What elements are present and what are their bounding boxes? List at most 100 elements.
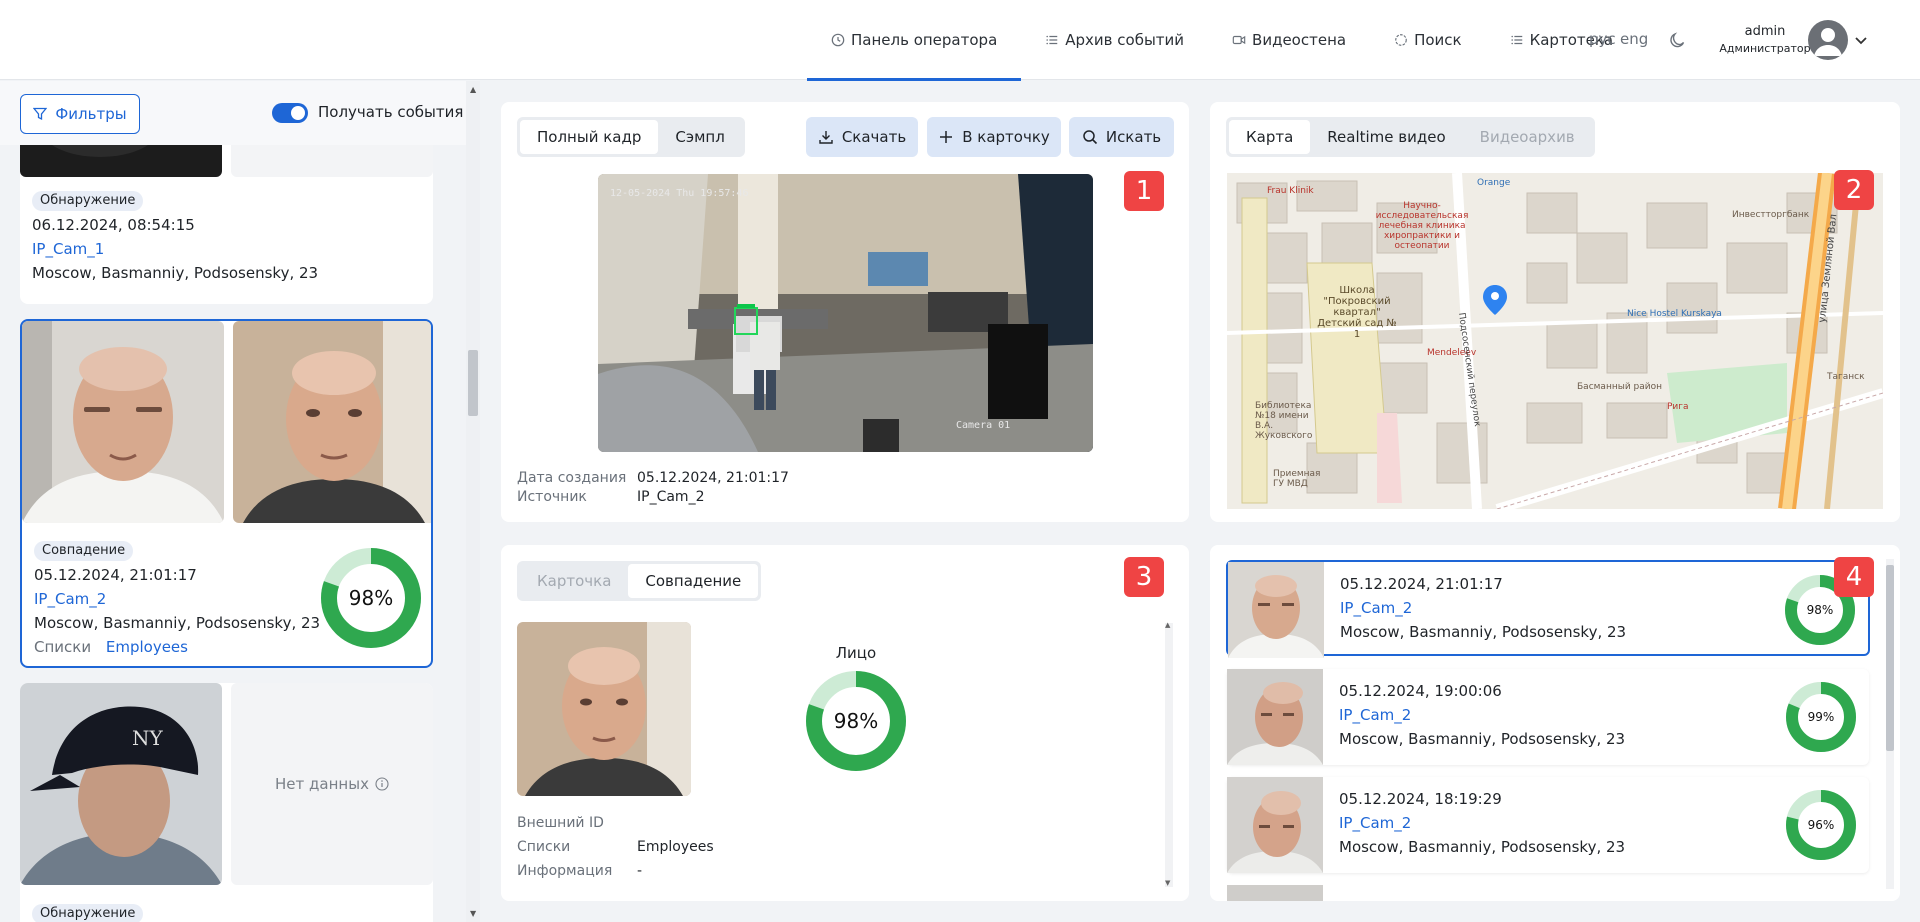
receive-events-toggle[interactable] (272, 103, 308, 123)
tab-map[interactable]: Карта (1229, 120, 1311, 154)
nav-video-wall[interactable]: Видеостена (1208, 0, 1370, 80)
map-label-library: Библиотека №18 имени В.А. Жуковского (1255, 401, 1313, 441)
scroll-up-arrow[interactable]: ▲ (470, 85, 476, 94)
lists-label: Списки (517, 839, 571, 855)
panel-number-badge: 3 (1124, 557, 1164, 597)
match-camera-link[interactable]: IP_Cam_2 (1340, 596, 1412, 620)
score-ring: 98% (806, 671, 906, 771)
moon-icon[interactable] (1667, 30, 1687, 50)
nav-label: Видеостена (1252, 31, 1347, 49)
lang-ru[interactable]: рус (1589, 30, 1616, 48)
event-card[interactable]: NY Нет данных Обнаружение (20, 683, 433, 922)
match-panel: Карточка Совпадение 3 Лицо 98% Внешний I… (501, 545, 1189, 901)
nav-operator-panel[interactable]: Панель оператора (807, 0, 1022, 81)
detection-photo (20, 145, 222, 177)
info-value: - (637, 863, 643, 879)
tab-realtime-video[interactable]: Realtime видео (1310, 120, 1462, 154)
tab-match[interactable]: Совпадение (628, 564, 759, 598)
map-label: Басманный район (1577, 382, 1662, 392)
lists-link[interactable]: Employees (637, 839, 714, 855)
score-ring: 99% (1786, 682, 1856, 752)
list-icon (1510, 35, 1522, 45)
avatar[interactable] (1808, 20, 1848, 60)
scroll-down-arrow[interactable]: ▼ (470, 909, 476, 918)
osd-timestamp: 12-05-2024 Thu 19:57:46 (610, 188, 748, 199)
match-row[interactable]: 05.12.2024, 18:19:29 IP_Cam_2 Moscow, Ba… (1227, 777, 1869, 873)
tab-sample[interactable]: Сэмпл (658, 120, 741, 154)
score-ring: 98% (321, 548, 421, 648)
matches-scroll-thumb[interactable] (1886, 565, 1894, 751)
match-tabs: Карточка Совпадение (517, 561, 762, 601)
match-scrollbar[interactable] (1165, 623, 1173, 887)
video-icon (1232, 35, 1246, 45)
full-frame-image[interactable]: 12-05-2024 Thu 19:57:46 Camera 01 (598, 174, 1093, 452)
match-camera-link[interactable]: IP_Cam_2 (1339, 703, 1411, 727)
scroll-down-arrow[interactable]: ▼ (1165, 879, 1170, 887)
match-datetime: 05.12.2024, 21:01:17 (1340, 575, 1503, 593)
event-card-selected[interactable]: Совпадение 05.12.2024, 21:01:17 IP_Cam_2… (20, 319, 433, 668)
score-text: 96% (1808, 818, 1835, 832)
user-role: Администратор (1719, 42, 1811, 55)
match-location: Moscow, Basmanniy, Podsosensky, 23 (1339, 838, 1626, 856)
map-view[interactable]: Frau Klinik Orange Инвестторгбанк Nice H… (1227, 173, 1883, 509)
tab-full-frame[interactable]: Полный кадр (520, 120, 659, 154)
match-row-selected[interactable]: 05.12.2024, 21:01:17 IP_Cam_2 Moscow, Ba… (1226, 560, 1870, 658)
score-text: 98% (349, 586, 393, 610)
download-button[interactable]: Скачать (806, 117, 918, 157)
to-card-button[interactable]: В карточку (927, 117, 1061, 157)
search-button[interactable]: Искать (1069, 117, 1174, 157)
info-icon[interactable] (375, 777, 389, 791)
chevron-down-icon[interactable] (1853, 32, 1869, 48)
scroll-up-arrow[interactable]: ▲ (1165, 621, 1170, 629)
nav-search[interactable]: Поиск (1370, 0, 1486, 80)
lists-link[interactable]: Employees (106, 638, 188, 656)
match-thumbnail (1227, 669, 1323, 765)
clock-icon (831, 33, 845, 47)
match-datetime: 05.12.2024, 19:00:06 (1339, 682, 1502, 700)
match-thumbnail-partial (1227, 885, 1323, 901)
created-value: 05.12.2024, 21:01:17 (637, 470, 789, 486)
reference-photo (233, 321, 431, 523)
svg-text:NY: NY (132, 726, 164, 750)
map-label-school: Школа "Покровский квартал" Детский сад №… (1317, 285, 1397, 340)
lang-en[interactable]: eng (1620, 30, 1648, 48)
match-camera-link[interactable]: IP_Cam_2 (1339, 811, 1411, 835)
match-row[interactable]: 05.12.2024, 19:00:06 IP_Cam_2 Moscow, Ba… (1227, 669, 1869, 765)
feed-scroll-thumb[interactable] (468, 350, 478, 416)
top-bar: Панель оператора Архив событий Видеостен… (0, 0, 1920, 81)
reference-photo[interactable] (517, 622, 691, 796)
map-label: Таганск (1826, 372, 1865, 382)
map-label: Orange (1477, 178, 1511, 188)
event-type-tag: Обнаружение (32, 904, 144, 922)
event-type-tag: Обнаружение (32, 191, 144, 211)
feed-scrollbar[interactable] (466, 81, 480, 922)
nav-label: Поиск (1414, 31, 1462, 49)
map-label-clinic: Научно-исследовательская лечебная клиник… (1375, 201, 1469, 251)
map-tabs: Карта Realtime видео Видеоархив (1226, 117, 1595, 157)
reference-placeholder (231, 145, 433, 177)
event-feed: Фильтры Получать события Обнаружение 06.… (0, 81, 480, 922)
event-location: Moscow, Basmanniy, Podsosensky, 23 (34, 614, 321, 632)
search-label: Искать (1105, 128, 1162, 146)
event-camera-link[interactable]: IP_Cam_1 (32, 239, 104, 259)
score-text: 98% (834, 709, 878, 733)
match-location: Moscow, Basmanniy, Podsosensky, 23 (1340, 623, 1627, 641)
event-location: Moscow, Basmanniy, Podsosensky, 23 (32, 264, 319, 282)
nav-label: Панель оператора (851, 31, 998, 49)
score-text: 98% (1807, 603, 1834, 617)
event-camera-link[interactable]: IP_Cam_2 (34, 589, 106, 609)
no-data-placeholder: Нет данных (231, 683, 433, 885)
user-name: admin (1744, 24, 1786, 39)
filters-button[interactable]: Фильтры (20, 94, 140, 134)
source-link[interactable]: IP_Cam_2 (637, 489, 704, 505)
map-label: Nice Hostel Kurskaya (1627, 309, 1722, 319)
detection-photo: NY (20, 683, 222, 885)
source-label: Источник (517, 489, 587, 505)
match-location: Moscow, Basmanniy, Podsosensky, 23 (1339, 730, 1626, 748)
list-icon (1046, 35, 1058, 45)
nav-event-archive[interactable]: Архив событий (1021, 0, 1208, 80)
tab-video-archive: Видеоархив (1479, 128, 1575, 146)
match-thumbnail (1227, 777, 1323, 873)
tab-card[interactable]: Карточка (520, 564, 628, 598)
event-card[interactable]: Обнаружение 06.12.2024, 08:54:15 IP_Cam_… (20, 145, 433, 304)
